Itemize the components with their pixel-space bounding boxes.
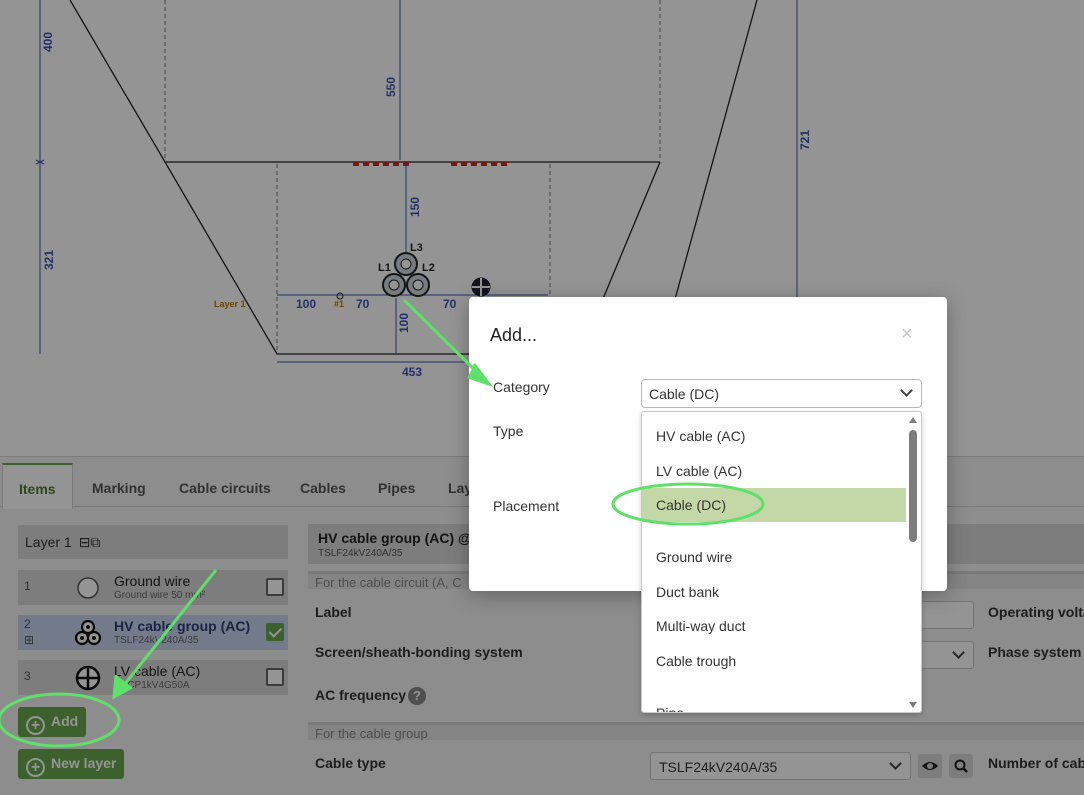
category-label: Category: [493, 379, 550, 395]
chevron-down-icon: [900, 384, 913, 397]
dropdown-option-cable-trough[interactable]: Cable trough: [642, 644, 906, 678]
category-dropdown-list[interactable]: HV cable (AC) LV cable (AC) Cable (DC) G…: [641, 411, 922, 713]
dropdown-option-hv-cable[interactable]: HV cable (AC): [642, 419, 906, 453]
category-select[interactable]: Cable (DC): [641, 379, 922, 408]
scroll-down-icon[interactable]: [909, 702, 917, 708]
scrollbar-thumb[interactable]: [909, 430, 917, 542]
dialog-title: Add...: [490, 325, 538, 345]
dropdown-option-lv-cable[interactable]: LV cable (AC): [642, 454, 906, 488]
dropdown-option-duct-bank[interactable]: Duct bank: [642, 575, 906, 609]
close-icon[interactable]: ×: [901, 323, 913, 346]
placement-label: Placement: [493, 498, 560, 514]
dropdown-option-pipe[interactable]: Pipe: [642, 696, 906, 712]
dropdown-option-ground-wire[interactable]: Ground wire: [642, 540, 906, 574]
dropdown-option-multi-way-duct[interactable]: Multi-way duct: [642, 609, 906, 643]
type-label: Type: [493, 423, 524, 439]
scroll-up-icon[interactable]: [909, 417, 917, 423]
dropdown-option-cable-dc[interactable]: Cable (DC): [642, 488, 906, 522]
